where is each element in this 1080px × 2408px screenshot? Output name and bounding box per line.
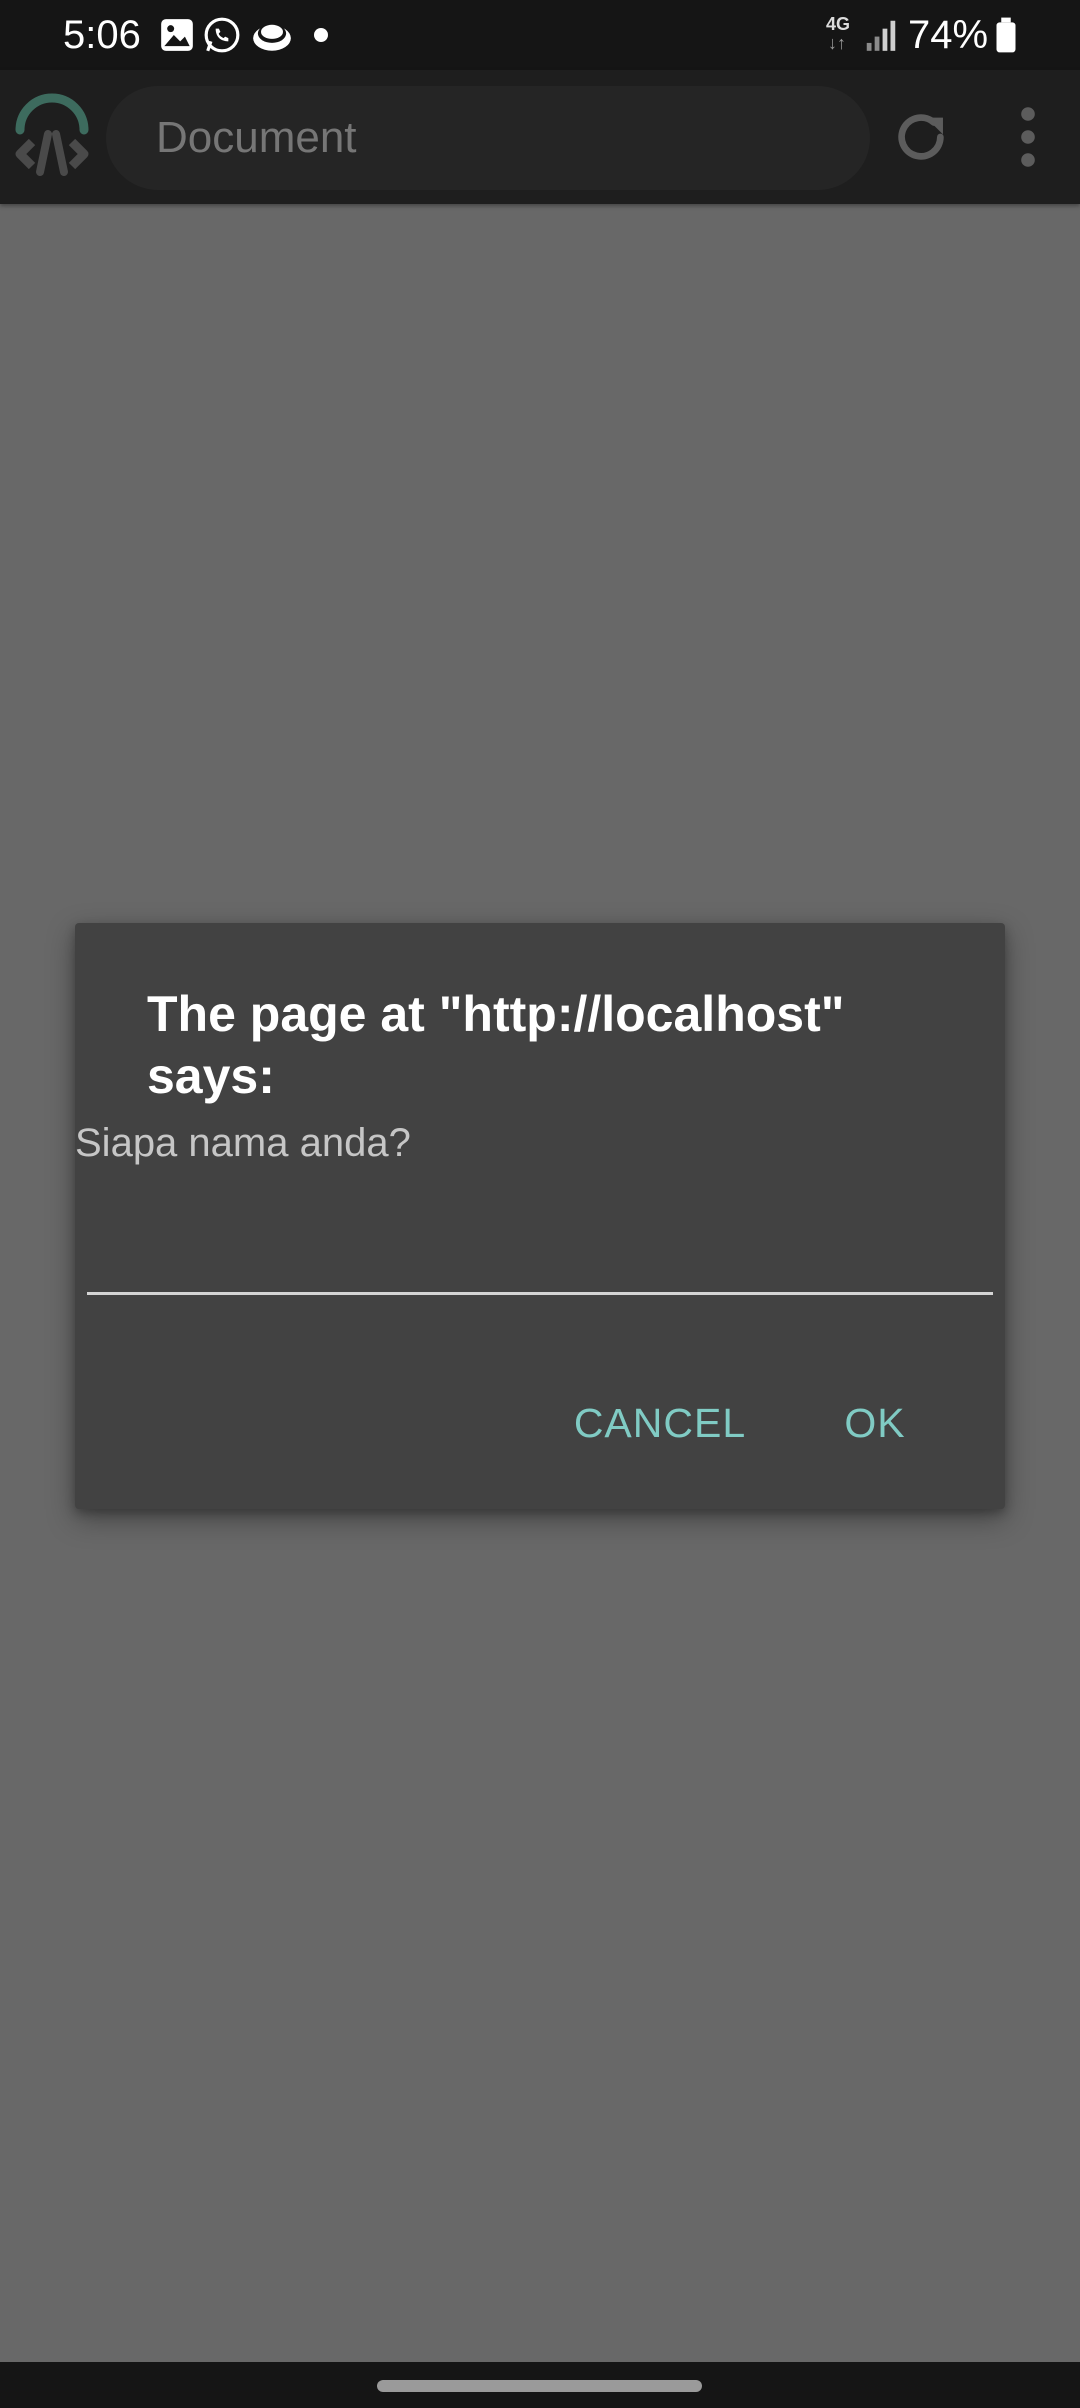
url-text: Document <box>156 113 357 162</box>
browser-toolbar: Document <box>0 70 1080 204</box>
prompt-dialog: The page at "http://localhost" says: Sia… <box>75 923 1005 1509</box>
app-logo-icon[interactable] <box>10 92 94 182</box>
network-type: 4G <box>826 14 851 34</box>
name-input[interactable] <box>87 1195 993 1295</box>
more-notifications-dot <box>314 28 328 42</box>
cancel-button[interactable]: CANCEL <box>565 1383 755 1463</box>
network-activity-icon: ↓↑ <box>828 33 846 53</box>
gallery-icon <box>161 19 193 51</box>
navigation-bar <box>0 2362 1080 2408</box>
home-gesture-handle[interactable] <box>377 2380 702 2392</box>
ok-button[interactable]: OK <box>821 1383 929 1463</box>
url-field[interactable]: Document <box>106 86 870 190</box>
status-time: 5:06 <box>63 13 141 57</box>
status-bar: 5:06 4G ↓↑ 74% <box>0 0 1080 70</box>
dialog-title: The page at "http://localhost" says: <box>147 986 845 1104</box>
signal-bars-icon <box>866 20 896 51</box>
battery-percent: 74% <box>908 13 989 57</box>
whatsapp-icon <box>204 17 240 53</box>
battery-icon <box>996 17 1016 53</box>
overflow-menu-icon[interactable] <box>1008 104 1048 170</box>
reload-icon[interactable] <box>890 106 952 168</box>
dialog-message: Siapa nama anda? <box>75 1121 411 1165</box>
cloud-app-icon <box>253 24 291 51</box>
